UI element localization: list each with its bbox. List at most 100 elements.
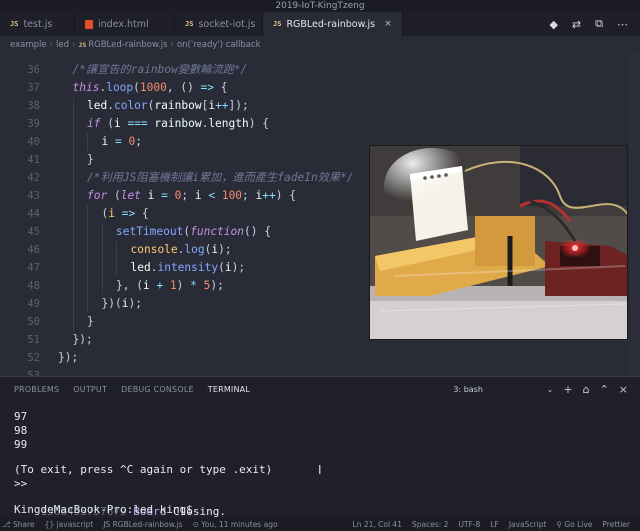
file-name-item[interactable]: JS RGBLed-rainbow.js [103,518,182,531]
indent-guide [72,133,74,151]
code-token: })( [101,297,122,310]
code-token: color [113,99,148,112]
code-text: }, (i + 1) * 5); [116,277,224,295]
indent-guide [87,295,88,313]
code-token: ( [133,81,140,94]
live-share-item[interactable]: ⎇ Share [2,518,35,531]
cursor-position-item[interactable]: Ln 21, Col 41 [353,518,402,531]
code-line: 36 /*讓宣告的rainbow變數輪流跑*/ [0,61,640,79]
code-token: length [208,117,249,130]
indent-guide [72,115,74,133]
terminal-select[interactable]: 3: bash ⌄ [453,385,553,394]
tab-problems[interactable]: PROBLEMS [14,377,59,403]
indent-guide [87,277,88,295]
code-token: ( [107,189,121,202]
line-number: 44 [27,208,40,220]
code-token: ); [231,261,246,274]
trash-icon[interactable]: ⌂ [583,383,590,396]
indent-guide [116,241,117,259]
code-line: 37 this.loop(1000, () => { [0,79,640,97]
indent-guide [72,223,74,241]
compare-changes-icon[interactable]: ⇄ [572,18,581,31]
language-mode-item[interactable]: JavaScript [509,518,547,531]
js-file-icon: JS [273,20,282,28]
code-token: i [224,261,232,274]
indent-guide [72,169,74,187]
code-token: i [142,279,157,292]
tab-label: RGBLed-rainbow.js [286,18,376,30]
line-number: 36 [27,64,40,76]
code-text: console.log(i); [131,241,232,259]
indentation-item[interactable]: Spaces: 2 [412,518,448,531]
code-token: 1000 [139,81,167,94]
code-token: rainbow [147,117,202,130]
tab-output[interactable]: OUTPUT [73,377,107,403]
code-token: } [87,315,94,328]
code-token: 1 [163,279,177,292]
git-compare-icon[interactable]: ◆ [549,18,557,31]
js-file-icon: JS [185,20,194,28]
breadcrumb-item[interactable]: on('ready') callback [177,40,261,50]
prettier-item[interactable]: Prettier [602,518,630,531]
code-token: . [107,99,114,112]
code-token: ); [218,243,232,256]
line-number: 43 [27,190,40,202]
code-token: ]); [228,99,249,112]
tab-debug-console[interactable]: DEBUG CONSOLE [121,377,194,403]
code-text: /*利用JS阻塞機制讓i累加，進而產生fadeIn效果*/ [87,169,354,187]
tab-rgbled-rainbow-js[interactable]: JS RGBLed-rainbow.js × [263,12,403,36]
code-text: for (let i = 0; i < 100; i++) { [87,187,296,205]
indent-guide [101,259,103,277]
code-token: () { [244,225,271,238]
code-token: i [140,189,162,202]
terminal-line: 98 [14,424,28,437]
code-token: console [130,243,178,256]
close-panel-icon[interactable]: × [619,383,628,396]
close-icon[interactable]: × [384,19,392,29]
breadcrumb-item[interactable]: led [56,40,69,50]
code-token: i [113,117,128,130]
encoding-item[interactable]: UTF-8 [458,518,480,531]
tab-socket-iot-js[interactable]: JS socket-iot.js [175,12,263,36]
line-number: 46 [27,244,40,256]
code-text: (i => { [102,205,149,223]
indent-guide [72,295,74,313]
indent-guide [116,259,117,277]
code-token: 0 [167,189,182,202]
terminal-line: 97 [14,410,28,423]
code-token: } [87,153,94,166]
tab-test-js[interactable]: JS test.js [0,12,75,36]
go-live-item[interactable]: ⚲ Go Live [556,518,592,531]
code-token: rainbow [154,99,202,112]
code-text: if (i === rainbow.length) { [87,115,269,133]
tab-index-html[interactable]: index.html [75,12,175,36]
tab-terminal[interactable]: TERMINAL [207,377,251,403]
line-number: 39 [27,118,40,130]
tab-label: index.html [98,18,149,30]
code-token: , () [166,81,201,94]
code-token: 100 [215,189,243,202]
code-token: led [87,99,108,112]
maximize-panel-icon[interactable]: ⌃ [600,383,609,396]
more-actions-icon[interactable]: ⋯ [617,18,628,31]
git-blame-item[interactable]: ⊙ You, 11 minutes ago [193,518,278,531]
code-token: => [200,81,215,94]
video-overlay-breadboard-led [369,145,628,340]
line-ending-item[interactable]: LF [490,518,499,531]
indent-guide [87,223,88,241]
code-token: i [101,135,115,148]
split-editor-icon[interactable]: ⧉ [595,17,603,31]
code-token: ; [242,189,256,202]
language-scope-item[interactable]: {} javascript [45,518,94,531]
code-token: led [130,261,151,274]
code-text: led.intensity(i); [131,259,246,277]
terminal-line: 99 [14,438,28,451]
code-token: ) { [275,189,296,202]
breadcrumb-item[interactable]: example [10,40,47,50]
code-token: this [72,81,100,94]
terminal[interactable]: 97 98 99 (To exit, press ^C again or typ… [0,402,640,518]
code-token: intensity [157,261,219,274]
new-terminal-icon[interactable]: + [563,383,572,396]
indent-guide [72,187,74,205]
breadcrumb-item[interactable]: RGBLed-rainbow.js [88,40,167,50]
